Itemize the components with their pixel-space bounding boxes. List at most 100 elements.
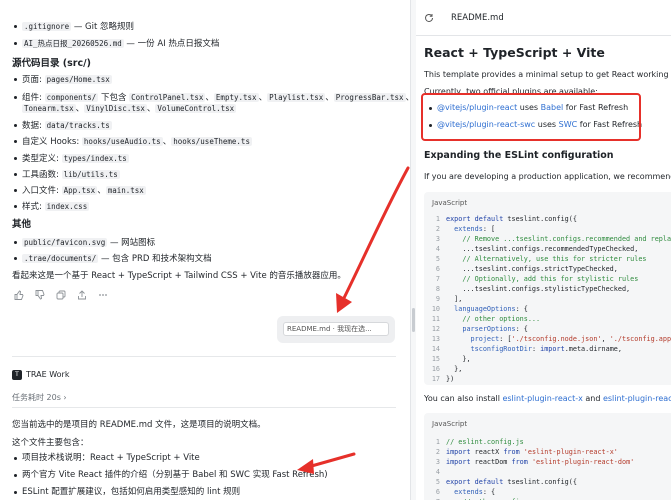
item-text: — 网站图标 — [107, 238, 156, 248]
code-line: 5 // Alternatively, use this for stricte… — [435, 255, 647, 263]
trae-logo-icon: T — [12, 370, 22, 380]
code-line: 4 ...tseslint.configs.recommendedTypeChe… — [435, 245, 639, 253]
list-item: 数据: data/tracks.ts — [22, 120, 112, 132]
separator: 、 — [97, 186, 106, 196]
item-label: 组件: — [22, 93, 45, 103]
thumbs-up-icon[interactable] — [14, 290, 24, 300]
reply-list-item: ESLint 配置扩展建议，包括如何启用类型感知的 lint 规则 — [22, 487, 241, 497]
inline-code: VinylDisc.tsx — [84, 104, 147, 113]
eslint-intro: If you are developing a production appli… — [424, 172, 671, 181]
chat-pane: .gitignore — Git 忽略规则 AI_热点日报_20260526.m… — [0, 0, 410, 500]
code-line: 6 extends: { — [435, 488, 496, 496]
code-line: 15 }, — [431, 355, 471, 363]
inline-code: ProgressBar.tsx — [333, 93, 406, 102]
code-language-label: JavaScript — [432, 199, 468, 207]
code-line: 2 extends: [ — [435, 225, 496, 233]
bullet — [14, 474, 17, 477]
share-icon[interactable] — [77, 290, 87, 300]
code-line: 8 ...tseslint.configs.stylisticTypeCheck… — [435, 285, 631, 293]
list-item: .trae/documents/ — 包含 PRD 和技术架构文档 — [22, 253, 212, 265]
bullet — [14, 189, 17, 192]
preview-tab-title[interactable]: README.md — [451, 13, 504, 23]
readme-intro: This template provides a minimal setup t… — [424, 70, 671, 79]
more-icon[interactable] — [98, 290, 108, 300]
inline-code: main.tsx — [105, 186, 146, 195]
bullet — [14, 205, 17, 208]
list-item-continued: Tonearm.tsx、 VinylDisc.tsx、 VolumeControl.… — [22, 103, 237, 115]
item-text: 下包含 — [98, 93, 130, 103]
summary-text: 看起来这是一个基于 React + TypeScript + Tailwind … — [12, 271, 346, 281]
item-text: — 包含 PRD 和技术架构文档 — [98, 254, 212, 264]
code-line: 1 export default tseslint.config({ — [435, 215, 577, 223]
task-duration-toggle[interactable]: 任务耗时 20s › — [12, 392, 67, 403]
list-item: .gitignore — Git 忽略规则 — [22, 21, 134, 33]
bullet — [14, 124, 17, 127]
inline-code: hooks/useTheme.ts — [171, 137, 252, 146]
inline-code: index.css — [44, 202, 90, 211]
item-text: You can also install — [424, 394, 503, 403]
separator: 、 — [205, 93, 214, 103]
item-label: 页面: — [22, 75, 45, 85]
section-heading: 源代码目录 (src/) — [12, 58, 91, 69]
code-line: 3 import reactDom from 'eslint-plugin-rea… — [435, 458, 635, 466]
divider — [12, 356, 396, 357]
inline-code: pages/Home.tsx — [44, 75, 112, 84]
inline-code: data/tracks.ts — [44, 121, 112, 130]
inline-code: components/ — [44, 93, 99, 102]
inline-code: hooks/useAudio.ts — [81, 137, 163, 146]
inline-code: Tonearm.tsx — [22, 104, 76, 113]
user-message-bubble: README.md · 我现在选... — [277, 316, 395, 343]
code-line: 9 ], — [435, 295, 463, 303]
bullet — [14, 25, 17, 28]
code-line: 17}) — [431, 375, 455, 383]
code-block: JavaScript 1// eslint.config.js 2 import … — [424, 413, 671, 500]
agent-name: TRAE Work — [26, 370, 70, 379]
copy-icon[interactable] — [56, 290, 66, 300]
reply-list-item: 两个官方 Vite React 插件的介绍（分别基于 Babel 和 SWC 实… — [22, 470, 328, 480]
bullet — [14, 140, 17, 143]
item-label: 类型定义: — [22, 154, 62, 164]
code-line: 5 export default tseslint.config({ — [435, 478, 577, 486]
eslint-heading: Expanding the ESLint configuration — [424, 150, 614, 161]
reply-intro: 您当前选中的是项目的 README.md 文件，这是项目的说明文档。 — [12, 420, 266, 430]
list-item: 自定义 Hooks: hooks/useAudio.ts、 hooks/useTh… — [22, 136, 252, 148]
list-item: 入口文件: App.tsx、 main.tsx — [22, 185, 146, 197]
code-line: 7 // Optionally, add this for stylistic … — [435, 275, 639, 283]
bullet — [14, 457, 17, 460]
code-line: 13 project: ['./tsconfig.node.json', './… — [431, 335, 671, 343]
thumbs-down-icon[interactable] — [35, 290, 45, 300]
list-item: public/favicon.svg — 网站图标 — [22, 237, 155, 249]
code-block: JavaScript 1 export default tseslint.conf… — [424, 192, 671, 385]
bullet — [14, 96, 17, 99]
code-line: 4 — [435, 468, 440, 476]
code-line: 2 import reactX from 'eslint-plugin-react… — [435, 448, 618, 456]
inline-code: VolumeControl.tsx — [155, 104, 237, 113]
inline-code: AI_热点日报_20260526.md — [22, 39, 124, 48]
refresh-icon[interactable] — [424, 13, 434, 23]
eslint-plugin-react-dom-link[interactable]: eslint-plugin-react-dom — [603, 394, 671, 403]
resize-grip-icon[interactable] — [412, 308, 415, 332]
item-label: 样式: — [22, 202, 45, 212]
bullet — [14, 78, 17, 81]
eslint-plugin-react-x-link[interactable]: eslint-plugin-react-x — [502, 394, 582, 403]
inline-code: lib/utils.ts — [61, 170, 120, 179]
code-line: 1// eslint.config.js — [435, 438, 524, 446]
inline-code: Playlist.tsx — [267, 93, 326, 102]
also-install-line: You can also install eslint-plugin-react… — [424, 394, 671, 403]
item-label: 工具函数: — [22, 170, 62, 180]
code-line: 12 parserOptions: { — [431, 325, 528, 333]
code-line: 11 // other options... — [431, 315, 541, 323]
inline-code: types/index.ts — [61, 154, 129, 163]
separator: 、 — [258, 93, 268, 103]
reply-list-item: 项目技术栈说明：React + TypeScript + Vite — [22, 453, 200, 463]
item-label: 自定义 Hooks: — [22, 137, 82, 147]
inline-code: App.tsx — [61, 186, 98, 195]
inline-code: .gitignore — [22, 22, 72, 31]
divider — [12, 407, 396, 408]
reply-subheading: 这个文件主要包含： — [12, 438, 89, 448]
inline-code: public/favicon.svg — [22, 238, 108, 247]
code-line: 16 }, — [431, 365, 463, 373]
bullet — [14, 173, 17, 176]
file-reference-chip[interactable]: README.md · 我现在选... — [283, 322, 389, 336]
code-line: 3 // Remove ...tseslint.configs.recommen… — [435, 235, 671, 243]
